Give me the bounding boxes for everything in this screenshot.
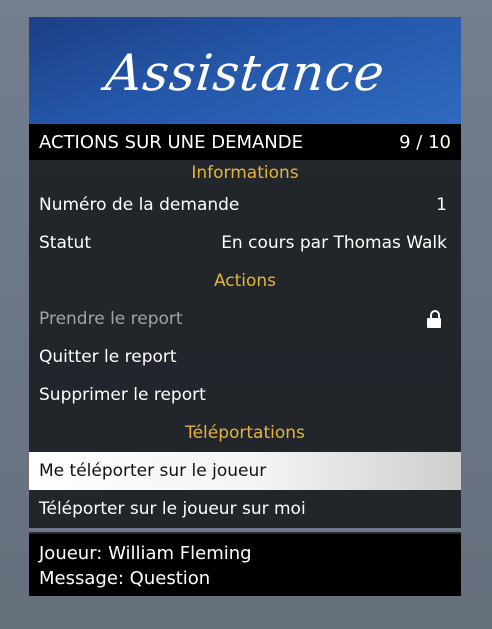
menu-item-delete-report[interactable]: Supprimer le report xyxy=(29,376,461,414)
item-counter: 9 / 10 xyxy=(399,131,451,153)
description-box: Joueur: William Fleming Message: Questio… xyxy=(29,532,461,596)
menu-item-teleport-to-player[interactable]: Me téléporter sur le joueur xyxy=(29,452,461,490)
teleport-player-to-me-label: Téléporter sur le joueur sur moi xyxy=(39,499,306,519)
request-number-label: Numéro de la demande xyxy=(39,195,240,215)
menu-body: Informations Numéro de la demande 1 Stat… xyxy=(29,160,461,528)
section-header-teleportations: Téléportations xyxy=(185,423,305,443)
request-number-value: 1 xyxy=(436,195,447,215)
menu-item-status[interactable]: Statut En cours par Thomas Walk xyxy=(29,224,461,262)
menu-item-leave-report[interactable]: Quitter le report xyxy=(29,338,461,376)
subtitle-text: ACTIONS SUR UNE DEMANDE xyxy=(39,131,303,153)
menu-banner: Assistance xyxy=(29,17,461,124)
description-player: Joueur: William Fleming xyxy=(39,543,252,564)
menu-item-request-number[interactable]: Numéro de la demande 1 xyxy=(29,186,461,224)
take-report-label: Prendre le report xyxy=(39,309,183,329)
menu-item-teleport-player-to-me[interactable]: Téléporter sur le joueur sur moi xyxy=(29,490,461,528)
banner-title: Assistance xyxy=(102,43,388,102)
description-message: Message: Question xyxy=(39,568,211,589)
status-value: En cours par Thomas Walk xyxy=(221,233,447,253)
menu-subtitle-bar: ACTIONS SUR UNE DEMANDE 9 / 10 xyxy=(29,124,461,160)
menu-item-take-report[interactable]: Prendre le report xyxy=(29,300,461,338)
section-header-informations: Informations xyxy=(191,163,299,183)
leave-report-label: Quitter le report xyxy=(39,347,177,367)
status-label: Statut xyxy=(39,233,91,253)
delete-report-label: Supprimer le report xyxy=(39,385,206,405)
section-header-actions: Actions xyxy=(213,271,277,291)
lock-icon xyxy=(427,309,443,329)
teleport-to-player-label: Me téléporter sur le joueur xyxy=(39,461,267,481)
assistance-menu: Assistance ACTIONS SUR UNE DEMANDE 9 / 1… xyxy=(29,17,461,596)
